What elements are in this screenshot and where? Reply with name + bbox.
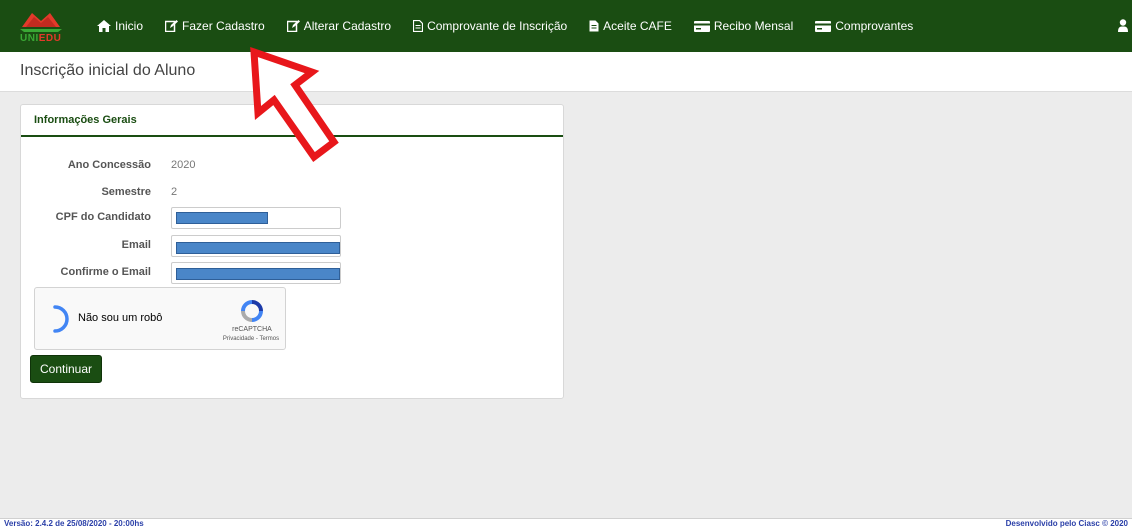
nav-item-aceite-cafe[interactable]: Aceite CAFE [589,19,672,33]
row-confirm-email: Confirme o Email [21,262,565,284]
recaptcha-brand: reCAPTCHA [232,326,272,333]
semestre-value: 2 [171,186,178,198]
redacted-block [176,212,268,224]
ano-concessao-value: 2020 [171,159,196,171]
document-icon [589,20,599,32]
nav-item-comprovante-inscricao[interactable]: Comprovante de Inscrição [413,19,567,33]
home-icon [97,20,111,32]
ano-concessao-label: Ano Concessão [67,159,151,171]
uniedu-logo[interactable]: UNIEDU [18,5,64,47]
row-semestre: Semestre 2 [21,182,565,204]
credit-text: Desenvolvido pelo Ciasc © 2020 [1005,519,1128,528]
top-navbar: UNIEDU Inicio Fazer Cadastro Alterar Cad… [0,0,1132,52]
row-email: Email [21,235,565,257]
email-input[interactable] [171,235,341,257]
confirm-email-label: Confirme o Email [60,266,151,278]
logo-text: UNIEDU [20,33,62,44]
user-icon[interactable] [1118,19,1128,37]
title-bar: Inscrição inicial do Aluno [0,52,1132,92]
row-cpf: CPF do Candidato [21,207,565,229]
nav-item-inicio[interactable]: Inicio [97,19,143,33]
nav-item-fazer-cadastro[interactable]: Fazer Cadastro [165,19,265,33]
card-icon [693,20,710,32]
card-icon [815,20,832,32]
cpf-label: CPF do Candidato [55,211,151,223]
email-label: Email [121,239,151,251]
continue-button[interactable]: Continuar [30,355,102,383]
recaptcha-logo-icon [241,300,263,322]
recaptcha-label: Não sou um robô [78,312,163,324]
page-title: Inscrição inicial do Aluno [20,62,196,79]
logo-book-icon [20,13,62,32]
recaptcha-widget[interactable]: Não sou um robô reCAPTCHA Privacidade - … [34,287,286,350]
edit-icon [165,20,179,32]
nav-item-alterar-cadastro[interactable]: Alterar Cadastro [286,19,391,33]
redacted-block [176,268,340,280]
edit-icon [286,20,300,32]
version-text: Versão: 2.4.2 de 25/08/2020 - 20:00hs [4,519,144,528]
semestre-label: Semestre [101,186,151,198]
nav-menu: Inicio Fazer Cadastro Alterar Cadastro C… [97,0,935,52]
nav-item-recibo-mensal[interactable]: Recibo Mensal [693,19,793,33]
footer: Versão: 2.4.2 de 25/08/2020 - 20:00hs De… [0,518,1132,528]
redacted-block [176,242,340,254]
cpf-input[interactable] [171,207,341,229]
nav-item-comprovantes[interactable]: Comprovantes [815,19,913,33]
recaptcha-spinner-icon[interactable] [51,305,71,333]
document-icon [413,20,424,32]
annotation-arrow-icon [250,46,339,162]
recaptcha-links[interactable]: Privacidade - Termos [211,336,291,342]
confirm-email-input[interactable] [171,262,341,284]
